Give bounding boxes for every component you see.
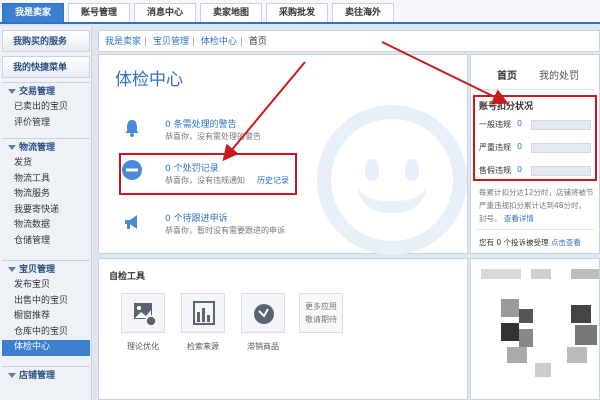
arrow-to-penalties	[222, 61, 306, 162]
arrow-to-score	[381, 41, 509, 104]
annotation-arrows	[222, 41, 509, 162]
